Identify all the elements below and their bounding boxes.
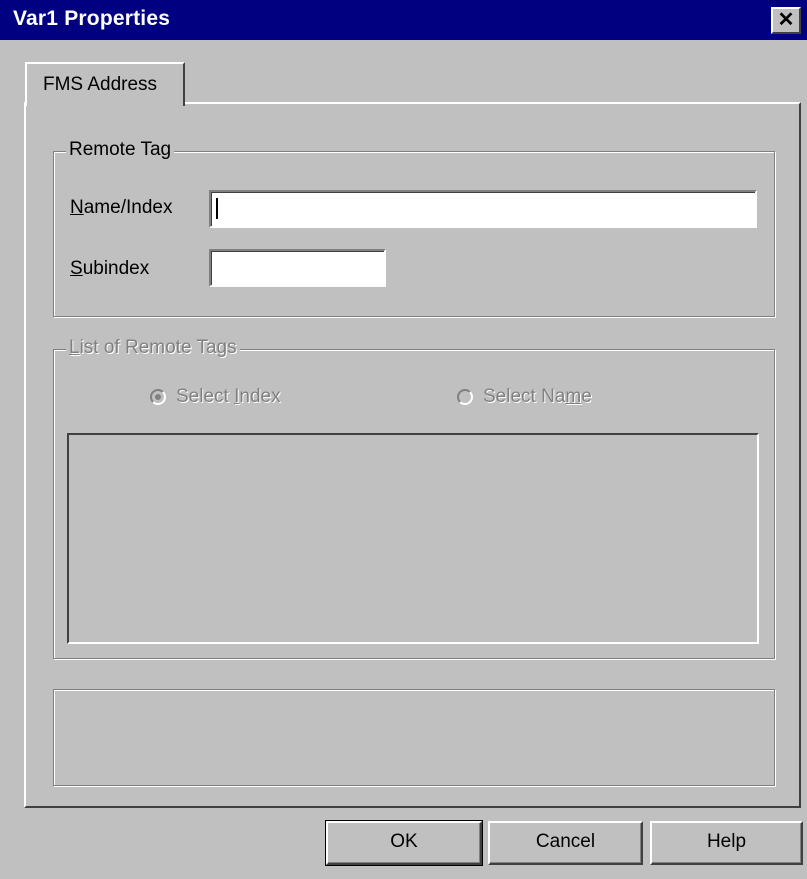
ok-button[interactable]: OK — [325, 820, 483, 866]
help-button[interactable]: Help — [650, 821, 803, 865]
select-name-label: Select Name — [483, 386, 592, 407]
radio-unselected-icon — [457, 389, 473, 405]
empty-groupbox — [53, 689, 775, 786]
properties-dialog: Var1 Properties ✕ FMS Address Remote Tag… — [0, 0, 807, 879]
select-index-radio[interactable]: Select Index — [150, 386, 281, 408]
title-bar[interactable]: Var1 Properties ✕ — [0, 0, 807, 40]
tab-fms-address[interactable]: FMS Address — [25, 62, 185, 106]
text-caret — [216, 198, 218, 219]
remote-tags-listbox[interactable] — [67, 433, 759, 644]
list-of-remote-tags-group: List of Remote Tags Select Index Select … — [53, 337, 775, 659]
cancel-button[interactable]: Cancel — [488, 821, 643, 865]
list-of-remote-tags-legend: List of Remote Tags — [66, 337, 240, 359]
select-name-radio[interactable]: Select Name — [457, 386, 592, 408]
remote-tag-group: Remote Tag Name/Index Subindex — [53, 139, 775, 317]
close-button[interactable]: ✕ — [771, 7, 801, 34]
remote-tag-legend: Remote Tag — [66, 139, 175, 161]
select-index-label: Select Index — [176, 386, 281, 407]
name-index-label: Name/Index — [70, 197, 173, 218]
radio-selected-icon — [150, 389, 166, 405]
subindex-input[interactable] — [209, 249, 386, 287]
tab-panel: Remote Tag Name/Index Subindex List of R… — [24, 102, 801, 808]
close-icon: ✕ — [777, 9, 795, 31]
name-index-input[interactable] — [209, 190, 757, 228]
tab-label: FMS Address — [43, 74, 158, 95]
window-title: Var1 Properties — [13, 7, 171, 30]
subindex-label: Subindex — [70, 258, 150, 279]
